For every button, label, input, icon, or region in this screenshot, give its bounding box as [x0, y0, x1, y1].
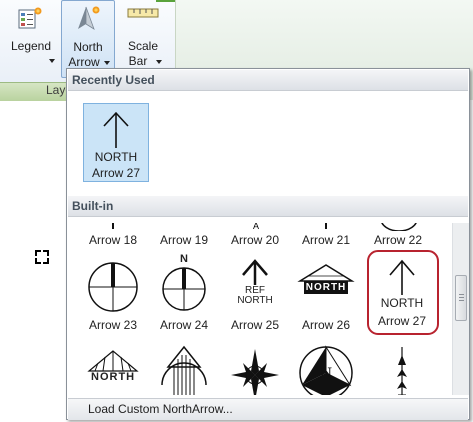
- gallery-item-label: Arrow 26: [301, 318, 351, 332]
- north-arrow-symbol-icon: [103, 111, 129, 148]
- gallery-scrollbar[interactable]: [452, 223, 469, 395]
- legend-icon: [18, 7, 42, 29]
- arrow-25-text-2: NORTH: [237, 295, 273, 306]
- chevron-down-icon: [156, 60, 162, 64]
- north-arrow-symbol-icon: [87, 350, 139, 372]
- gallery-item-label: Arrow 19: [159, 233, 209, 247]
- recent-item-arrow-27[interactable]: NORTH Arrow 27: [83, 103, 149, 182]
- arrow-20-symbol-icon: A: [253, 223, 259, 231]
- scale-bar-button-label-1: Scale: [127, 39, 159, 53]
- arrow-23-symbol-icon: [88, 262, 138, 312]
- gallery-item-label: Arrow 22: [373, 233, 423, 247]
- legend-button-label: Legend: [10, 39, 52, 53]
- gallery-item-row3-2[interactable]: [154, 341, 214, 395]
- gallery-item-label: Arrow 23: [88, 318, 138, 332]
- gallery-item-row3-5[interactable]: [368, 341, 436, 395]
- built-in-header: Built-in: [68, 196, 468, 217]
- gallery-item-row3-1[interactable]: NORTH: [83, 341, 143, 395]
- highlight-annotation: [367, 250, 439, 335]
- legend-button[interactable]: Legend: [4, 0, 58, 78]
- north-arrow-gallery: Recently Used NORTH Arrow 27 Built-in A …: [66, 68, 470, 420]
- svg-text:A: A: [253, 223, 259, 231]
- arrow-18-symbol-icon: [112, 223, 114, 229]
- scale-bar-button[interactable]: Scale Bar: [118, 0, 168, 78]
- chevron-down-icon: [49, 59, 55, 63]
- gallery-item-arrow-24[interactable]: N Arrow 24: [154, 253, 214, 333]
- north-arrow-button[interactable]: North Arrow: [61, 0, 115, 78]
- scale-bar-icon: [127, 8, 159, 18]
- chevron-down-icon: [104, 61, 110, 65]
- gallery-item-label: Arrow 21: [301, 233, 351, 247]
- gallery-item-arrow-25[interactable]: REF NORTH Arrow 25: [225, 253, 285, 333]
- canvas-focus-marker: [35, 250, 49, 264]
- load-custom-north-arrow-link[interactable]: Load Custom NorthArrow...: [68, 398, 468, 420]
- arrow-25-symbol-icon: [242, 259, 268, 285]
- compass-rose-icon: [231, 349, 279, 395]
- gallery-item-arrow-26[interactable]: NORTH Arrow 26: [296, 253, 356, 333]
- north-arrow-symbol-icon: [161, 345, 207, 395]
- gallery-item-label: Arrow 25: [230, 318, 280, 332]
- gallery-item-row3-4[interactable]: N: [296, 341, 356, 395]
- row3-letter: N: [320, 365, 332, 382]
- arrow-26-text: NORTH: [304, 281, 348, 294]
- arrow-24-letter: N: [180, 253, 188, 265]
- north-arrow-symbol-icon: [397, 347, 407, 395]
- gallery-item-label: Arrow 18: [88, 233, 138, 247]
- north-arrow-icon: [78, 6, 100, 30]
- gallery-item-label: Arrow 24: [159, 318, 209, 332]
- scrollbar-thumb[interactable]: [455, 275, 467, 321]
- gallery-item-row3-3[interactable]: [225, 341, 285, 395]
- row3-symbol-text: NORTH: [91, 371, 136, 383]
- north-arrow-button-label-1: North: [73, 40, 103, 54]
- arrow-22-symbol-icon: [381, 223, 417, 231]
- recent-item-label: Arrow 27: [91, 166, 141, 180]
- recent-item-symbol-text: NORTH: [94, 150, 138, 164]
- gallery-item-label: Arrow 20: [230, 233, 280, 247]
- gallery-item-arrow-23[interactable]: Arrow 23: [83, 253, 143, 333]
- arrow-21-symbol-icon: [325, 223, 327, 229]
- recently-used-header: Recently Used: [68, 70, 468, 91]
